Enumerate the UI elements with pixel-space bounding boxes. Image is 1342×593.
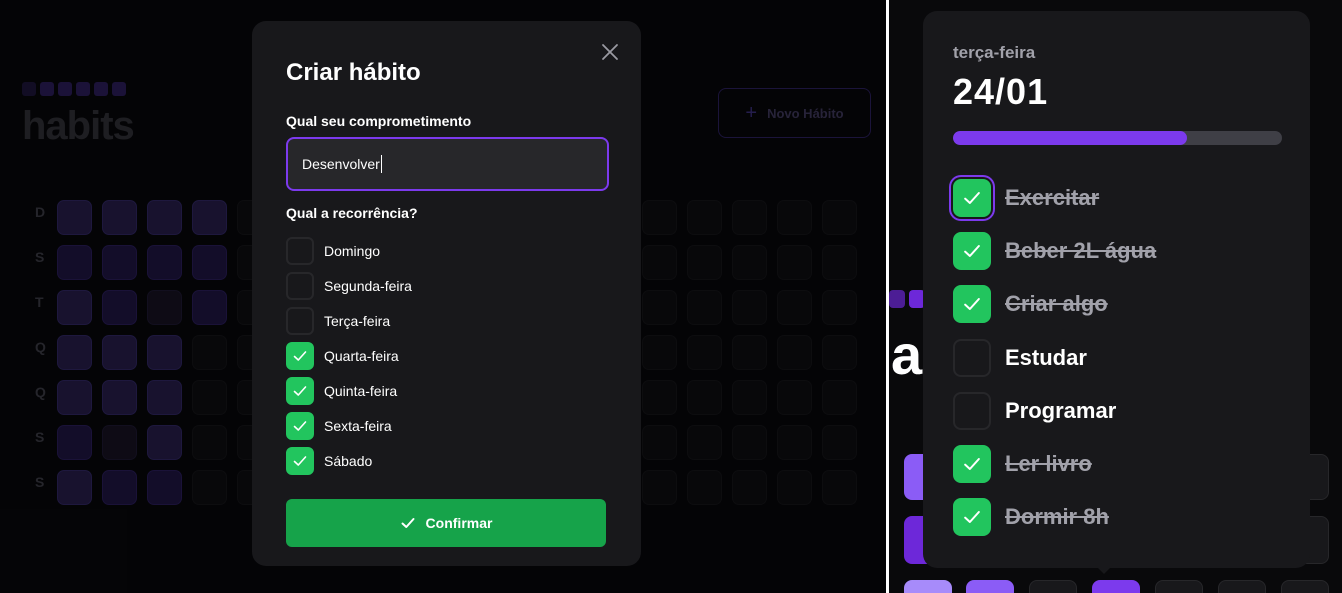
summary-day-square[interactable] bbox=[1092, 580, 1140, 593]
check-icon bbox=[964, 298, 980, 311]
checkbox[interactable] bbox=[953, 285, 991, 324]
recurrence-option-label: Quinta-feira bbox=[324, 382, 398, 399]
check-icon bbox=[293, 420, 307, 431]
recurrence-option-label: Sexta-feira bbox=[324, 417, 392, 434]
recurrence-option[interactable]: Quarta-feira bbox=[286, 338, 607, 373]
habit-item[interactable]: Dormir 8h bbox=[953, 491, 1280, 544]
habit-label: Dormir 8h bbox=[1005, 504, 1109, 530]
recurrence-option[interactable]: Terça-feira bbox=[286, 303, 607, 338]
recurrence-option[interactable]: Sexta-feira bbox=[286, 408, 607, 443]
summary-day-square[interactable] bbox=[1281, 580, 1329, 593]
check-icon bbox=[293, 455, 307, 466]
recurrence-option-label: Domingo bbox=[324, 242, 381, 259]
progress-bar bbox=[953, 131, 1282, 145]
summary-day-square[interactable] bbox=[1029, 580, 1077, 593]
check-icon bbox=[964, 458, 980, 471]
recurrence-checklist: Domingo Segunda-feira Terça-feira Quarta-fe… bbox=[286, 233, 607, 478]
habit-label: Exercitar bbox=[1005, 184, 1100, 210]
check-icon bbox=[293, 385, 307, 396]
summary-day-square[interactable] bbox=[1218, 580, 1266, 593]
habit-item[interactable]: Estudar bbox=[953, 331, 1280, 384]
check-icon bbox=[964, 511, 980, 524]
check-icon bbox=[293, 350, 307, 361]
summary-day-square[interactable] bbox=[966, 580, 1014, 593]
checkbox[interactable] bbox=[953, 231, 991, 270]
create-habit-screen: habits + Novo Hábito DSTQQSS Criar hábit… bbox=[0, 0, 886, 593]
checkbox[interactable] bbox=[286, 446, 314, 475]
check-icon bbox=[964, 244, 980, 257]
commitment-value: Desenvolver bbox=[302, 156, 380, 172]
habit-item[interactable]: Exercitar bbox=[953, 171, 1280, 224]
progress-fill bbox=[953, 131, 1187, 145]
checkbox[interactable] bbox=[953, 445, 991, 484]
popover-weekday: terça-feira bbox=[953, 43, 1036, 62]
habit-label: Beber 2L água bbox=[1005, 237, 1157, 263]
modal-title: Criar hábito bbox=[286, 59, 421, 86]
popover-arrow bbox=[1095, 565, 1113, 574]
checkbox[interactable] bbox=[286, 306, 314, 335]
commitment-input[interactable]: Desenvolver bbox=[286, 137, 609, 191]
habit-label: Programar bbox=[1005, 397, 1117, 423]
check-icon bbox=[964, 191, 980, 204]
day-habits-popover: terça-feira 24/01 Exercitar Beber 2L água… bbox=[923, 11, 1310, 568]
recurrence-label: Qual a recorrência? bbox=[286, 205, 418, 221]
summary-day-square[interactable] bbox=[904, 580, 952, 593]
recurrence-option[interactable]: Quinta-feira bbox=[286, 373, 607, 408]
check-icon bbox=[401, 518, 415, 528]
checkbox[interactable] bbox=[286, 341, 314, 370]
create-habit-modal: Criar hábito Qual seu comprometimento De… bbox=[252, 21, 641, 566]
checkbox[interactable] bbox=[286, 271, 314, 300]
habit-item[interactable]: Ler livro bbox=[953, 437, 1280, 490]
close-icon[interactable] bbox=[601, 43, 619, 61]
logo-text-fragment: a bbox=[891, 323, 923, 386]
habit-label: Ler livro bbox=[1005, 451, 1092, 477]
habit-item[interactable]: Programar bbox=[953, 384, 1280, 437]
recurrence-option[interactable]: Domingo bbox=[286, 233, 607, 268]
habit-item[interactable]: Criar algo bbox=[953, 278, 1280, 331]
checkbox[interactable] bbox=[286, 376, 314, 405]
checkbox[interactable] bbox=[953, 178, 991, 217]
checkbox[interactable] bbox=[953, 338, 991, 377]
checkbox[interactable] bbox=[953, 391, 991, 430]
recurrence-option-label: Terça-feira bbox=[324, 312, 391, 329]
popover-date: 24/01 bbox=[953, 71, 1049, 112]
recurrence-option-label: Segunda-feira bbox=[324, 277, 412, 294]
confirm-label: Confirmar bbox=[425, 515, 493, 531]
habit-checklist: Exercitar Beber 2L água Criar algo Estudar P… bbox=[953, 171, 1280, 544]
text-caret bbox=[380, 155, 382, 173]
checkbox[interactable] bbox=[286, 236, 314, 265]
habit-label: Estudar bbox=[1005, 344, 1087, 370]
checkbox[interactable] bbox=[286, 411, 314, 440]
summary-day-square[interactable] bbox=[1155, 580, 1203, 593]
recurrence-option-label: Quarta-feira bbox=[324, 347, 399, 364]
recurrence-option[interactable]: Sábado bbox=[286, 443, 607, 478]
commitment-label: Qual seu comprometimento bbox=[286, 113, 472, 129]
recurrence-option-label: Sábado bbox=[324, 452, 373, 469]
day-popover-screen: a terça-feira 24/01 Exercitar Beber 2L ág… bbox=[889, 0, 1342, 593]
habit-item[interactable]: Beber 2L água bbox=[953, 224, 1280, 277]
recurrence-option[interactable]: Segunda-feira bbox=[286, 268, 607, 303]
checkbox[interactable] bbox=[953, 498, 991, 537]
habit-label: Criar algo bbox=[1005, 291, 1108, 317]
confirm-button[interactable]: Confirmar bbox=[286, 499, 606, 547]
logo-squares-fragment bbox=[889, 290, 925, 308]
